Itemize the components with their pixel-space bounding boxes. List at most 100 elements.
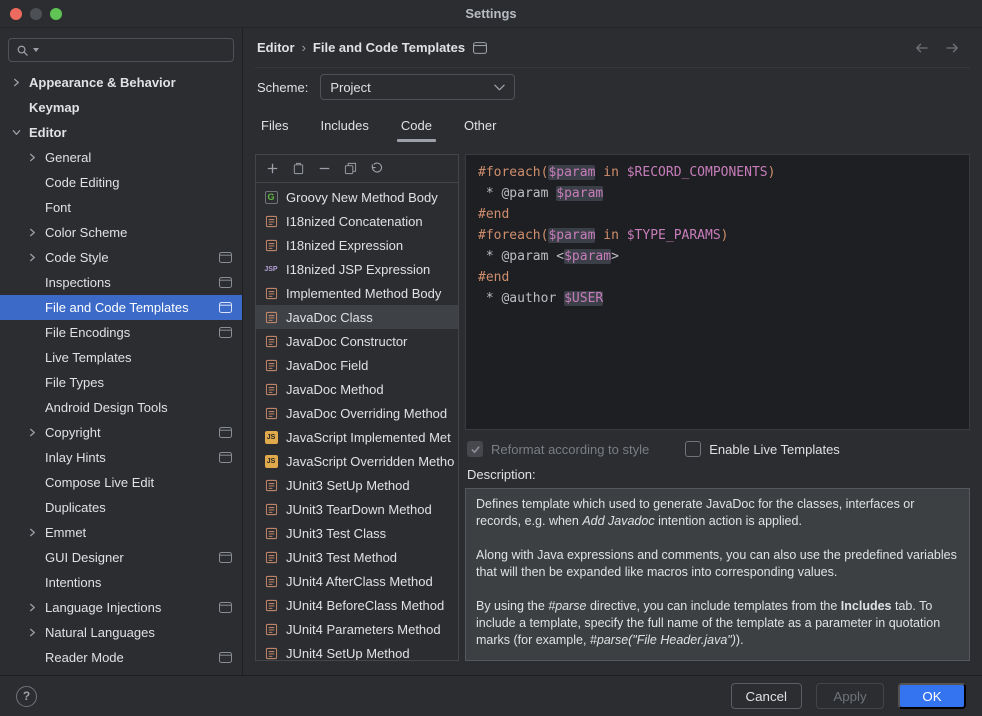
template-item-i18nized-expression[interactable]: I18nized Expression [256, 233, 458, 257]
sidebar-item-label: Duplicates [45, 500, 106, 515]
template-item-label: JUnit3 TearDown Method [286, 502, 432, 517]
sidebar-item-file-and-code-templates[interactable]: File and Code Templates [0, 295, 242, 320]
templates-content: GGroovy New Method BodyI18nized Concaten… [255, 142, 970, 675]
template-item-junit3-test-method[interactable]: JUnit3 Test Method [256, 545, 458, 569]
forward-arrow-icon[interactable] [945, 42, 960, 54]
code-line: * @param <$param> [478, 246, 957, 267]
sidebar-item-label: Intentions [45, 575, 101, 590]
add-template-button[interactable] [266, 162, 279, 175]
sidebar-item-intentions[interactable]: Intentions [0, 570, 242, 595]
template-list-panel: GGroovy New Method BodyI18nized Concaten… [255, 154, 459, 661]
tab-includes[interactable]: Includes [316, 110, 372, 142]
template-item-junit3-teardown-method[interactable]: JUnit3 TearDown Method [256, 497, 458, 521]
sidebar-item-color-scheme[interactable]: Color Scheme [0, 220, 242, 245]
sidebar-item-code-style[interactable]: Code Style [0, 245, 242, 270]
sidebar-item-inlay-hints[interactable]: Inlay Hints [0, 445, 242, 470]
remove-template-button[interactable] [318, 162, 331, 175]
sidebar-item-language-injections[interactable]: Language Injections [0, 595, 242, 620]
reset-template-button[interactable] [370, 162, 383, 175]
template-item-icon-wrap [262, 335, 280, 348]
template-item-javadoc-field[interactable]: JavaDoc Field [256, 353, 458, 377]
sidebar-item-copyright[interactable]: Copyright [0, 420, 242, 445]
sidebar-item-natural-languages[interactable]: Natural Languages [0, 620, 242, 645]
close-button[interactable] [10, 8, 22, 20]
ok-button[interactable]: OK [898, 683, 966, 709]
page-title: File and Code Templates [313, 40, 465, 55]
sidebar-item-appearance-behavior[interactable]: Appearance & Behavior [0, 70, 242, 95]
code-line: #foreach($param in $RECORD_COMPONENTS) [478, 162, 957, 183]
zoom-button[interactable] [50, 8, 62, 20]
sidebar-item-gui-designer[interactable]: GUI Designer [0, 545, 242, 570]
template-item-javadoc-class[interactable]: JavaDoc Class [256, 305, 458, 329]
breadcrumb-parent[interactable]: Editor [257, 40, 295, 55]
sidebar-item-live-templates[interactable]: Live Templates [0, 345, 242, 370]
template-item-junit3-setup-method[interactable]: JUnit3 SetUp Method [256, 473, 458, 497]
paste-template-button[interactable] [292, 162, 305, 175]
search-history-chevron-icon[interactable] [33, 48, 39, 52]
sidebar-item-duplicates[interactable]: Duplicates [0, 495, 242, 520]
sidebar-item-emmet[interactable]: Emmet [0, 520, 242, 545]
reformat-label: Reformat according to style [491, 442, 649, 457]
chevron-right-icon [28, 628, 45, 637]
tab-files[interactable]: Files [257, 110, 292, 142]
template-item-javadoc-constructor[interactable]: JavaDoc Constructor [256, 329, 458, 353]
sidebar-item-file-encodings[interactable]: File Encodings [0, 320, 242, 345]
search-icon [16, 44, 29, 57]
template-item-junit4-setup-method[interactable]: JUnit4 SetUp Method [256, 641, 458, 660]
template-item-javadoc-overriding-method[interactable]: JavaDoc Overriding Method [256, 401, 458, 425]
sidebar-item-file-types[interactable]: File Types [0, 370, 242, 395]
tab-other[interactable]: Other [460, 110, 501, 142]
sidebar-item-inspections[interactable]: Inspections [0, 270, 242, 295]
sidebar-item-keymap[interactable]: Keymap [0, 95, 242, 120]
template-item-icon-wrap [262, 503, 280, 516]
description-paragraph: Along with Java expressions and comments… [476, 547, 959, 581]
help-button[interactable]: ? [16, 686, 37, 707]
tab-code[interactable]: Code [397, 110, 436, 142]
sidebar-item-general[interactable]: General [0, 145, 242, 170]
cancel-button[interactable]: Cancel [731, 683, 803, 709]
description-paragraph: Defines template which used to generate … [476, 496, 959, 530]
template-item-junit3-test-class[interactable]: JUnit3 Test Class [256, 521, 458, 545]
settings-window: Settings Appearance & BehaviorKeymapEdit… [0, 0, 982, 716]
chevron-right-icon [28, 253, 45, 262]
back-arrow-icon[interactable] [914, 42, 929, 54]
template-item-i18nized-jsp-expression[interactable]: JSPI18nized JSP Expression [256, 257, 458, 281]
sidebar-item-android-design-tools[interactable]: Android Design Tools [0, 395, 242, 420]
enable-live-templates-checkbox[interactable] [685, 441, 701, 457]
template-item-label: JUnit4 Parameters Method [286, 622, 441, 637]
template-item-javascript-overridden-metho[interactable]: JSJavaScript Overridden Metho [256, 449, 458, 473]
sidebar-item-label: Android Design Tools [45, 400, 168, 415]
template-item-implemented-method-body[interactable]: Implemented Method Body [256, 281, 458, 305]
groovy-icon: G [265, 191, 278, 204]
sidebar-item-font[interactable]: Font [0, 195, 242, 220]
template-code-editor[interactable]: #foreach($param in $RECORD_COMPONENTS) *… [465, 154, 970, 430]
template-item-javadoc-method[interactable]: JavaDoc Method [256, 377, 458, 401]
sidebar-item-label: Reader Mode [45, 650, 124, 665]
template-item-i18nized-concatenation[interactable]: I18nized Concatenation [256, 209, 458, 233]
window-title: Settings [465, 6, 516, 21]
project-settings-icon [219, 602, 232, 613]
template-item-junit4-afterclass-method[interactable]: JUnit4 AfterClass Method [256, 569, 458, 593]
duplicate-template-button[interactable] [344, 162, 357, 175]
template-item-junit4-parameters-method[interactable]: JUnit4 Parameters Method [256, 617, 458, 641]
sidebar-item-editor[interactable]: Editor [0, 120, 242, 145]
template-item-javascript-implemented-met[interactable]: JSJavaScript Implemented Met [256, 425, 458, 449]
template-item-icon-wrap [262, 407, 280, 420]
sidebar-item-compose-live-edit[interactable]: Compose Live Edit [0, 470, 242, 495]
template-item-groovy-new-method-body[interactable]: GGroovy New Method Body [256, 185, 458, 209]
template-item-junit4-beforeclass-method[interactable]: JUnit4 BeforeClass Method [256, 593, 458, 617]
sidebar-item-reader-mode[interactable]: Reader Mode [0, 645, 242, 670]
sidebar-item-code-editing[interactable]: Code Editing [0, 170, 242, 195]
sidebar-item-label: Live Templates [45, 350, 131, 365]
minimize-button [30, 8, 42, 20]
settings-search[interactable] [8, 38, 234, 62]
chevron-right-icon [12, 78, 29, 87]
scheme-dropdown[interactable]: Project [320, 74, 515, 100]
settings-search-input[interactable] [43, 43, 226, 58]
template-item-label: JUnit3 Test Class [286, 526, 386, 541]
chevron-right-icon [28, 528, 45, 537]
template-editor-column: #foreach($param in $RECORD_COMPONENTS) *… [465, 154, 970, 661]
chevron-down-icon [12, 128, 29, 137]
template-item-icon-wrap: JS [262, 455, 280, 468]
breadcrumb: Editor › File and Code Templates [255, 28, 970, 68]
